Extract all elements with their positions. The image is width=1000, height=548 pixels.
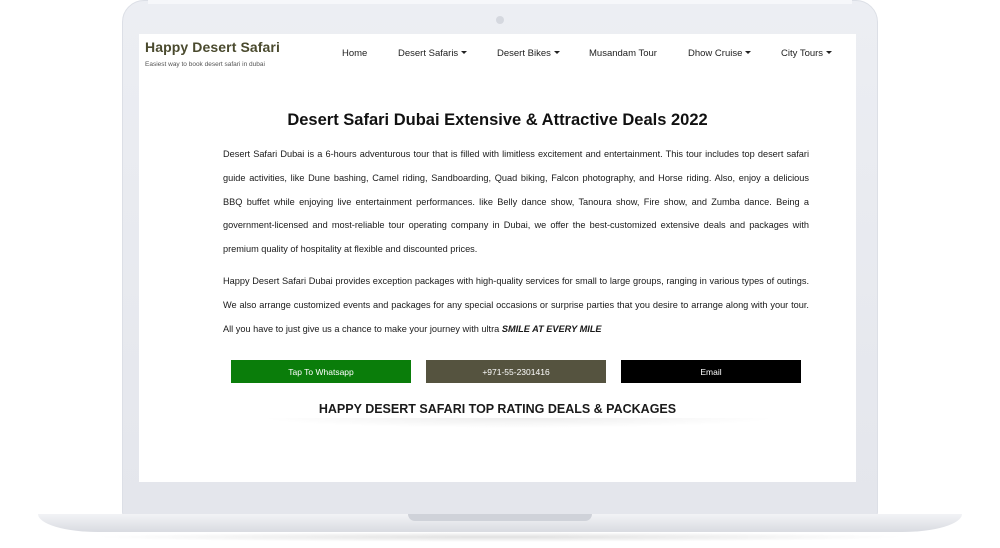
intro-paragraph: Desert Safari Dubai is a 6-hours adventu…: [223, 149, 809, 255]
caret-down-icon: [826, 51, 833, 54]
laptop-lid-highlight: [148, 0, 852, 4]
page-title: Desert Safari Dubai Extensive & Attracti…: [287, 111, 708, 129]
nav-item-home[interactable]: Home: [342, 48, 367, 59]
nav-item-desert-safaris[interactable]: Desert Safaris: [398, 48, 468, 59]
main-nav: Home Desert Safaris Desert Bikes Musanda…: [139, 48, 856, 60]
nav-item-musandam-tour[interactable]: Musandam Tour: [589, 48, 657, 59]
brand-tagline: Easiest way to book desert safari in dub…: [145, 61, 265, 68]
nav-item-label: Home: [342, 48, 368, 59]
caret-down-icon: [745, 51, 752, 54]
nav-item-dhow-cruise[interactable]: Dhow Cruise: [688, 48, 752, 59]
section-divider-shadow: [259, 418, 779, 428]
laptop-shadow: [90, 532, 910, 542]
phone-button[interactable]: +971-55-2301416: [426, 360, 606, 383]
laptop-base-notch: [408, 514, 592, 521]
nav-item-label: Desert Bikes: [497, 48, 551, 59]
slogan-text: SMILE AT EVERY MILE: [501, 323, 602, 334]
nav-item-label: City Tours: [781, 48, 824, 59]
whatsapp-button[interactable]: Tap To Whatsapp: [231, 360, 411, 383]
nav-item-label: Dhow Cruise: [688, 48, 743, 59]
nav-item-city-tours[interactable]: City Tours: [781, 48, 833, 59]
nav-item-label: Desert Safaris: [398, 48, 459, 59]
nav-item-desert-bikes[interactable]: Desert Bikes: [497, 48, 560, 59]
camera-icon: [496, 16, 504, 24]
laptop-screen: Happy Desert Safari Easiest way to book …: [139, 34, 856, 482]
packages-section-title: HAPPY DESERT SAFARI TOP RATING DEALS & P…: [318, 402, 677, 416]
nav-item-label: Musandam Tour: [589, 48, 657, 59]
services-paragraph: Happy Desert Safari Dubai provides excep…: [223, 270, 809, 341]
caret-down-icon: [461, 51, 468, 54]
caret-down-icon: [553, 51, 560, 54]
email-button[interactable]: Email: [621, 360, 801, 383]
